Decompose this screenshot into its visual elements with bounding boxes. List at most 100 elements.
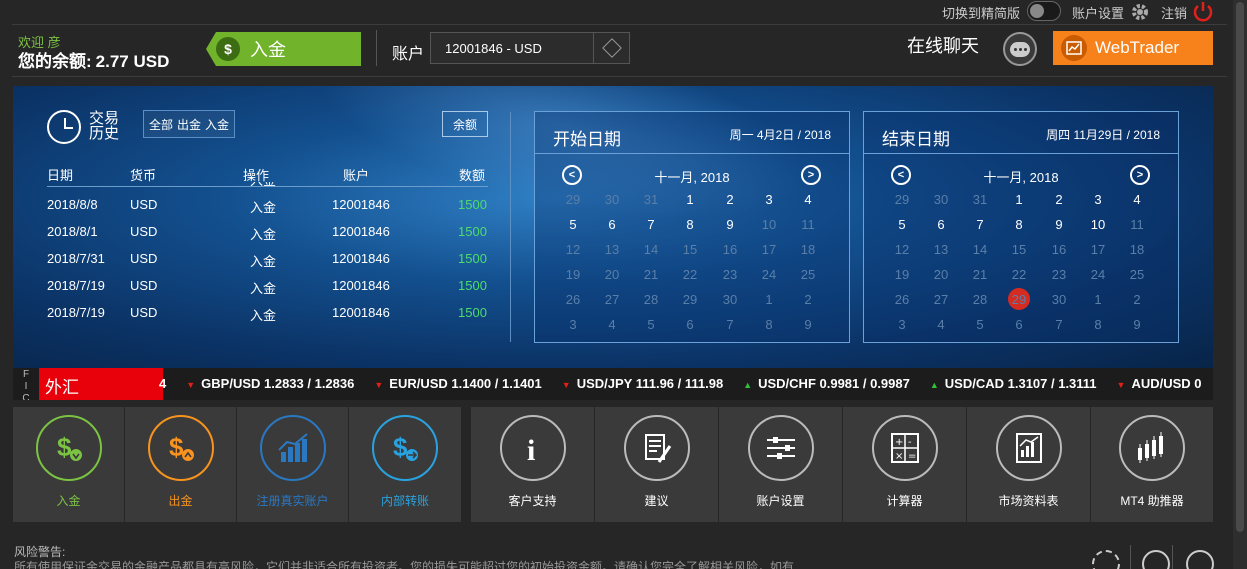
calendar-day[interactable]: 6 — [927, 214, 955, 236]
chat-label[interactable]: 在线聊天 — [907, 32, 979, 58]
calendar-day[interactable]: 30 — [1045, 289, 1073, 311]
calendar-day[interactable]: 31 — [637, 189, 665, 211]
calendar-day[interactable]: 9 — [716, 214, 744, 236]
logout-link[interactable]: 注销 — [1161, 3, 1187, 22]
calendar-day[interactable]: 16 — [1045, 239, 1073, 261]
calendar-day[interactable]: 8 — [1084, 314, 1112, 336]
calendar-day[interactable]: 5 — [966, 314, 994, 336]
calendar-day[interactable]: 2 — [794, 289, 822, 311]
filter-withdraw[interactable]: 出金 — [175, 116, 203, 133]
calendar-day[interactable]: 8 — [676, 214, 704, 236]
calendar-day[interactable]: 12 — [559, 239, 587, 261]
calendar-day[interactable]: 28 — [966, 289, 994, 311]
calendar-day[interactable]: 2 — [716, 189, 744, 211]
ticker-item[interactable]: ▲ USD/CAD 1.3107 / 1.3111 — [930, 376, 1097, 391]
account-settings-link[interactable]: 账户设置 — [1072, 3, 1124, 22]
calendar-day[interactable]: 20 — [927, 264, 955, 286]
table-row[interactable]: 2018/7/19 USD 入金 12001846 1500 — [47, 278, 488, 305]
calendar-day[interactable]: 16 — [716, 239, 744, 261]
calendar-day[interactable]: 4 — [598, 314, 626, 336]
calendar-day[interactable]: 17 — [755, 239, 783, 261]
account-select[interactable]: 12001846 - USD — [430, 32, 630, 64]
calendar-day[interactable]: 11 — [1123, 214, 1151, 236]
calendar-day[interactable]: 30 — [716, 289, 744, 311]
chat-icon[interactable] — [1003, 32, 1037, 66]
calendar-day[interactable]: 26 — [559, 289, 587, 311]
calendar-day[interactable]: 25 — [1123, 264, 1151, 286]
calendar-day[interactable]: 29 — [1005, 288, 1033, 311]
ticker-item[interactable]: ▼ AUD/USD 0 — [1117, 376, 1202, 391]
calendar-day[interactable]: 4 — [794, 189, 822, 211]
ticker-category-tag[interactable]: 外汇 — [39, 368, 163, 400]
calendar-day[interactable]: 1 — [1084, 289, 1112, 311]
simple-mode-toggle[interactable] — [1027, 1, 1061, 21]
calendar-day[interactable]: 4 — [927, 314, 955, 336]
calendar-day[interactable]: 6 — [676, 314, 704, 336]
calendar-day[interactable]: 5 — [637, 314, 665, 336]
calendar-day[interactable]: 26 — [888, 289, 916, 311]
next-month-icon[interactable]: > — [801, 165, 821, 185]
refresh-icon[interactable] — [1092, 550, 1120, 569]
calendar-day[interactable]: 27 — [598, 289, 626, 311]
table-row[interactable]: 2018/7/19 USD 入金 12001846 1500 — [47, 305, 488, 332]
tile-dollar-transfer[interactable]: $ 内部转账 — [349, 407, 461, 522]
calendar-day[interactable]: 30 — [927, 189, 955, 211]
tile-sliders[interactable]: 账户设置 — [719, 407, 842, 522]
next-month-icon[interactable]: > — [1130, 165, 1150, 185]
balance-filter-button[interactable]: 余额 — [442, 111, 488, 137]
deposit-button[interactable]: $ 入金 — [206, 32, 361, 66]
ticker-item[interactable]: ▼ USD/JPY 111.96 / 111.98 — [562, 376, 723, 391]
tile-dollar-up[interactable]: $ 出金 — [125, 407, 236, 522]
calendar-day[interactable]: 24 — [1084, 264, 1112, 286]
calendar-day[interactable]: 8 — [1005, 214, 1033, 236]
calendar-day[interactable]: 6 — [598, 214, 626, 236]
calendar-day[interactable]: 2 — [1045, 189, 1073, 211]
history-table[interactable]: 2018/8/9 USD 入金 12001846 1500 2018/8/8 USD 入金 12… — [47, 182, 488, 332]
calendar-day[interactable]: 19 — [888, 264, 916, 286]
table-row[interactable]: 2018/8/1 USD 入金 12001846 1500 — [47, 224, 488, 251]
calendar-day[interactable]: 5 — [559, 214, 587, 236]
calendar-day[interactable]: 29 — [559, 189, 587, 211]
calendar-day[interactable]: 7 — [637, 214, 665, 236]
table-row[interactable]: 2018/8/9USD入金120018461500 — [47, 182, 488, 197]
tile-calculator[interactable]: + - × = 计算器 — [843, 407, 966, 522]
location-icon[interactable] — [1142, 550, 1170, 569]
calendar-day[interactable]: 10 — [1084, 214, 1112, 236]
calendar-day[interactable]: 15 — [676, 239, 704, 261]
tile-candles[interactable]: MT4 助推器 — [1091, 407, 1213, 522]
tile-document-pen[interactable]: 建议 — [595, 407, 718, 522]
calendar-day[interactable]: 9 — [794, 314, 822, 336]
calendar-day[interactable]: 4 — [1123, 189, 1151, 211]
power-icon[interactable] — [1192, 0, 1214, 22]
filter-all[interactable]: 全部 — [147, 116, 175, 133]
calendar-day[interactable]: 27 — [927, 289, 955, 311]
filter-deposit[interactable]: 入金 — [203, 116, 231, 133]
calendar-day[interactable]: 23 — [716, 264, 744, 286]
calendar-day[interactable]: 5 — [888, 214, 916, 236]
calendar-day[interactable]: 7 — [716, 314, 744, 336]
page-scrollbar[interactable] — [1233, 0, 1247, 569]
calendar-day[interactable]: 29 — [888, 189, 916, 211]
calendar-day[interactable]: 11 — [794, 214, 822, 236]
calendar-day[interactable]: 24 — [755, 264, 783, 286]
table-row[interactable]: 2018/7/31 USD 入金 12001846 1500 — [47, 251, 488, 278]
calendar-day[interactable]: 8 — [755, 314, 783, 336]
calendar-day[interactable]: 29 — [676, 289, 704, 311]
calendar-day[interactable]: 1 — [755, 289, 783, 311]
calendar-day[interactable]: 19 — [559, 264, 587, 286]
calendar-day[interactable]: 3 — [755, 189, 783, 211]
calendar-day[interactable]: 20 — [598, 264, 626, 286]
calendar-day[interactable]: 9 — [1045, 214, 1073, 236]
calendar-day[interactable]: 22 — [1005, 264, 1033, 286]
calendar-day[interactable]: 7 — [1045, 314, 1073, 336]
calendar-day[interactable]: 3 — [888, 314, 916, 336]
calendar-day[interactable]: 1 — [1005, 189, 1033, 211]
calendar-day[interactable]: 2 — [1123, 289, 1151, 311]
ticker-item[interactable]: ▲ USD/CHF 0.9981 / 0.9987 — [743, 376, 910, 391]
calendar-day[interactable]: 17 — [1084, 239, 1112, 261]
calendar-day[interactable]: 13 — [598, 239, 626, 261]
calendar-day[interactable]: 3 — [559, 314, 587, 336]
calendar-day[interactable]: 21 — [966, 264, 994, 286]
calendar-day[interactable]: 23 — [1045, 264, 1073, 286]
webtrader-button[interactable]: WebTrader — [1053, 31, 1213, 65]
